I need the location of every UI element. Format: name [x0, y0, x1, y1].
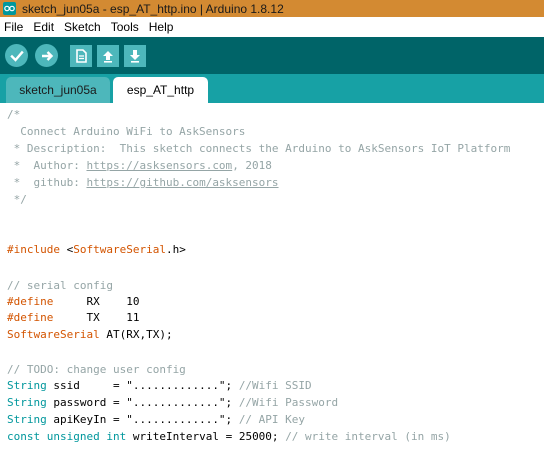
code-token: .h>	[165, 243, 186, 256]
code-line: String ssid = "............."; //Wifi SS…	[7, 377, 312, 394]
code-token: #define	[7, 311, 54, 324]
code-line: String apiKeyIn = "............."; // AP…	[7, 411, 305, 428]
code-line: #include <SoftwareSerial.h>	[7, 241, 186, 258]
code-editor[interactable]: /* Connect Arduino WiFi to AskSensors * …	[0, 103, 544, 461]
code-token: AT(RX,TX);	[99, 328, 173, 341]
code-line: // serial config	[7, 279, 113, 292]
code-token: // write interval (in ms)	[285, 430, 451, 443]
code-line: SoftwareSerial AT(RX,TX);	[7, 326, 173, 343]
code-line: const unsigned int writeInterval = 25000…	[7, 428, 451, 445]
code-token: String	[7, 396, 47, 409]
github-link[interactable]: https://github.com/asksensors	[86, 176, 278, 189]
menu-sketch[interactable]: Sketch	[59, 20, 106, 34]
tab-sketch-jun05a[interactable]: sketch_jun05a	[6, 77, 110, 103]
code-line: */	[7, 193, 27, 206]
arduino-logo-icon	[3, 2, 16, 15]
check-icon	[9, 50, 24, 62]
code-token: SoftwareSerial	[7, 328, 100, 341]
code-token: // API Key	[238, 413, 306, 426]
menu-file[interactable]: File	[0, 20, 28, 34]
code-token: RX 10	[53, 295, 140, 308]
new-sketch-button[interactable]	[70, 44, 92, 67]
menu-bar: File Edit Sketch Tools Help	[0, 17, 544, 37]
code-token: String	[7, 413, 47, 426]
arrow-down-icon	[130, 49, 140, 63]
code-token: * Author:	[7, 159, 87, 172]
verify-button[interactable]	[5, 44, 28, 67]
code-token: writeInterval = 25000;	[126, 430, 286, 443]
code-line: * Description: This sketch connects the …	[7, 142, 511, 155]
code-token: unsigned	[46, 430, 100, 443]
menu-help[interactable]: Help	[144, 20, 179, 34]
author-link[interactable]: https://asksensors.com	[86, 159, 232, 172]
toolbar	[0, 37, 544, 74]
code-token: * github:	[7, 176, 87, 189]
code-token: TX 11	[53, 311, 140, 324]
code-token: SoftwareSerial	[73, 243, 166, 256]
code-token: int	[106, 430, 127, 443]
code-token: const	[7, 430, 41, 443]
code-line: // TODO: change user config	[7, 363, 186, 376]
code-token: password = ".............";	[46, 396, 239, 409]
code-token: #define	[7, 295, 54, 308]
code-line: * github: https://github.com/asksensors	[7, 174, 279, 191]
document-icon	[76, 48, 87, 63]
code-token: #include	[7, 243, 60, 256]
arrow-up-icon	[103, 50, 113, 63]
code-token: //Wifi SSID	[238, 379, 312, 392]
code-token: <	[59, 243, 74, 256]
window-title: sketch_jun05a - esp_AT_http.ino | Arduin…	[22, 1, 284, 16]
code-token: , 2018	[232, 159, 272, 172]
code-line: Connect Arduino WiFi to AskSensors	[7, 125, 246, 138]
save-button[interactable]	[124, 44, 146, 67]
tab-esp-at-http[interactable]: esp_AT_http	[113, 77, 208, 103]
menu-edit[interactable]: Edit	[28, 20, 59, 34]
code-line: #define TX 11	[7, 309, 139, 326]
arrow-right-icon	[41, 50, 53, 61]
code-line: String password = "............."; //Wif…	[7, 394, 338, 411]
code-line: /*	[7, 108, 21, 121]
code-token: String	[7, 379, 47, 392]
tab-bar: sketch_jun05a esp_AT_http	[0, 74, 544, 103]
code-token: apiKeyIn = ".............";	[46, 413, 239, 426]
title-bar: sketch_jun05a - esp_AT_http.ino | Arduin…	[0, 0, 544, 17]
menu-tools[interactable]: Tools	[106, 20, 144, 34]
open-button[interactable]	[97, 44, 119, 67]
code-line: #define RX 10	[7, 293, 139, 310]
code-token: //Wifi Password	[238, 396, 339, 409]
code-line: * Author: https://asksensors.com, 2018	[7, 157, 272, 174]
upload-button[interactable]	[35, 44, 58, 67]
code-token: ssid = ".............";	[46, 379, 239, 392]
